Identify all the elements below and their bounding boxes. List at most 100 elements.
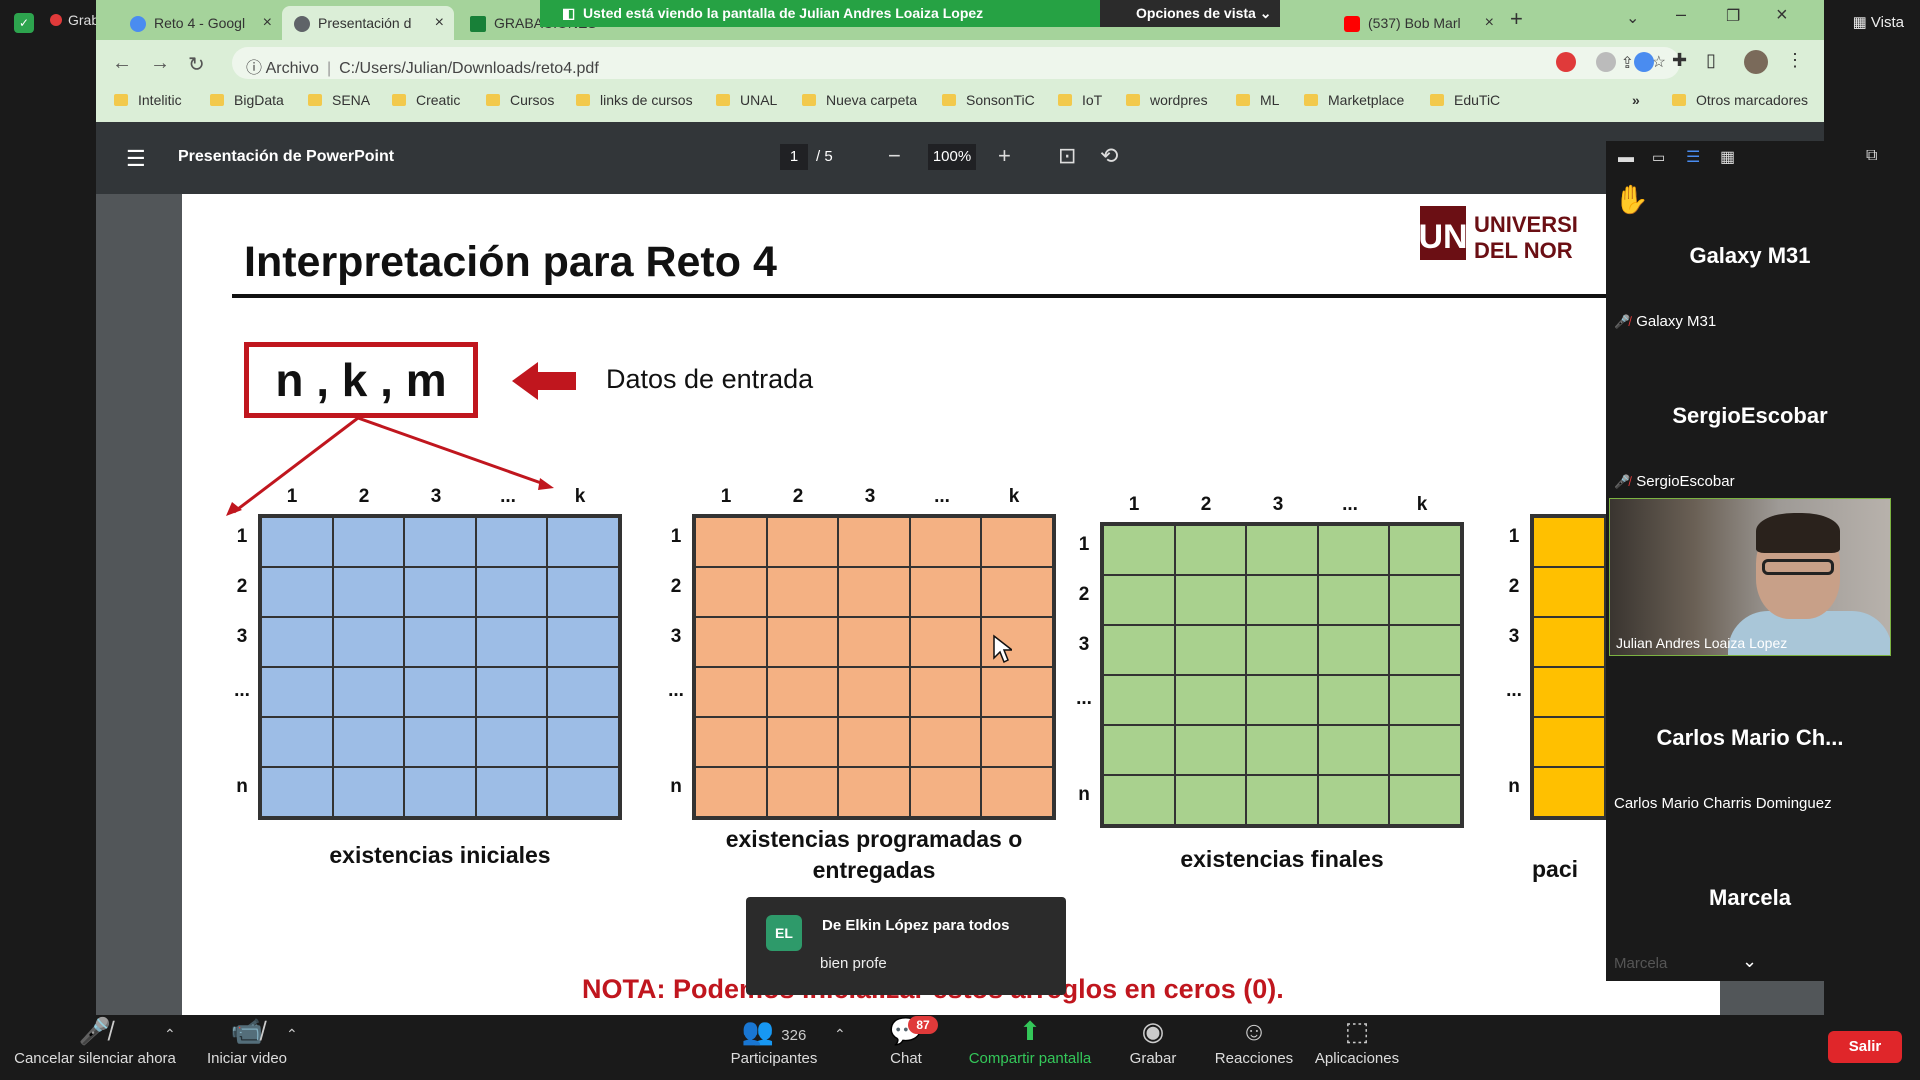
- unmute-button[interactable]: 🎤̸ Cancelar silenciar ahora: [10, 1016, 180, 1067]
- new-tab-button[interactable]: +: [1510, 6, 1523, 32]
- grid-label: existencias programadas o entregadas: [725, 826, 1023, 883]
- video-options-icon[interactable]: ⌃: [286, 1026, 298, 1043]
- start-video-button[interactable]: 📹̸ Iniciar video: [200, 1016, 294, 1067]
- zoom-in-icon[interactable]: +: [998, 143, 1011, 169]
- extension-icon[interactable]: [1596, 52, 1616, 72]
- page-number-input[interactable]: 1: [780, 144, 808, 170]
- bookmark-item[interactable]: Creatic: [392, 92, 460, 108]
- leave-button[interactable]: Salir: [1828, 1031, 1902, 1063]
- popout-icon[interactable]: ⧉: [1866, 147, 1877, 165]
- mic-muted-icon: 🎤̸: [1614, 314, 1631, 329]
- fit-page-icon[interactable]: ⊡: [1058, 143, 1076, 169]
- folder-icon: [1126, 94, 1140, 106]
- view-options-label: Opciones de vista: [1136, 5, 1256, 21]
- avatar[interactable]: [1744, 50, 1768, 74]
- record-button[interactable]: ◉ Grabar: [1122, 1016, 1184, 1067]
- bookmark-item[interactable]: EduTiC: [1430, 92, 1500, 108]
- audio-options-icon[interactable]: ⌃: [164, 1026, 176, 1043]
- row-header: 2: [1078, 584, 1090, 605]
- grid-view-icon[interactable]: ▦: [1720, 147, 1735, 167]
- puzzle-icon[interactable]: ✚: [1672, 50, 1687, 71]
- bookmark-item[interactable]: Nueva carpeta: [802, 92, 917, 108]
- sidepanel-icon[interactable]: ▯: [1706, 50, 1716, 71]
- minimize-panel-icon[interactable]: ▬: [1618, 149, 1634, 167]
- back-icon[interactable]: ←: [112, 52, 132, 75]
- chat-sender: De Elkin López para todos: [822, 917, 1010, 934]
- video-tile[interactable]: Julian Andres Loaiza Lopez: [1609, 498, 1891, 656]
- close-icon[interactable]: ×: [1485, 14, 1494, 32]
- bookmark-item[interactable]: IoT: [1058, 92, 1102, 108]
- shield-icon[interactable]: ✓: [14, 13, 34, 33]
- col-header: k: [574, 486, 586, 507]
- bookmark-item[interactable]: Intelitic: [114, 92, 182, 108]
- tab-presentacion[interactable]: Presentación d ×: [282, 6, 454, 40]
- chat-notification[interactable]: EL De Elkin López para todos bien profe: [746, 897, 1066, 995]
- row-header: 1: [670, 526, 682, 547]
- view-button[interactable]: ▦ Vista: [1853, 13, 1904, 31]
- menu-icon[interactable]: ⋮: [1786, 50, 1804, 71]
- bookmark-item[interactable]: UNAL: [716, 92, 777, 108]
- scroll-down-icon[interactable]: ⌄: [1742, 951, 1757, 972]
- bookmark-item[interactable]: SonsonTiC: [942, 92, 1035, 108]
- bookmark-item[interactable]: Cursos: [486, 92, 554, 108]
- share-screen-icon: ⬆: [1019, 1016, 1041, 1046]
- tab-label: Reto 4 - Googl: [154, 15, 246, 31]
- rotate-icon[interactable]: ⟲: [1100, 143, 1118, 169]
- share-banner-text: Usted está viendo la pantalla de Julian …: [583, 5, 984, 21]
- reload-icon[interactable]: ↻: [188, 52, 205, 77]
- left-arrow-icon: [512, 362, 576, 400]
- folder-icon: [942, 94, 956, 106]
- close-icon[interactable]: ×: [263, 14, 272, 32]
- drive-icon: [130, 16, 146, 32]
- chat-avatar: EL: [766, 915, 802, 951]
- grid-existencias-finales: [1100, 522, 1464, 828]
- minimize-icon[interactable]: –: [1676, 4, 1686, 25]
- zoom-out-icon[interactable]: −: [888, 143, 901, 169]
- participants-button[interactable]: 👥 326 Participantes: [724, 1016, 824, 1067]
- view-options-button[interactable]: Opciones de vista ⌄: [1100, 0, 1280, 27]
- row-header: ...: [234, 680, 250, 701]
- tile-name: Carlos Mario Ch...: [1656, 725, 1844, 750]
- bookmark-item[interactable]: Marketplace: [1304, 92, 1404, 108]
- col-header: 1: [720, 486, 732, 507]
- extension-icon[interactable]: [1634, 52, 1654, 72]
- participants-panel: ▬ ▭ ☰ ▦ ⧉ ✋ Galaxy M31 🎤̸ Galaxy M31 Serg…: [1606, 141, 1894, 981]
- share-icon[interactable]: ⇪: [1621, 53, 1634, 73]
- un-logo-icon: UN UNIVERSI DEL NOR: [1418, 206, 1578, 263]
- restore-icon[interactable]: ❐: [1726, 6, 1740, 26]
- menu-icon[interactable]: ☰: [126, 146, 146, 172]
- tab-search-icon[interactable]: ⌄: [1626, 8, 1639, 28]
- apps-button[interactable]: ⬚ Aplicaciones: [1312, 1016, 1402, 1067]
- bookmark-item[interactable]: BigData: [210, 92, 284, 108]
- tab-reto4[interactable]: Reto 4 - Googl ×: [118, 6, 282, 40]
- bookmarks-more[interactable]: »: [1632, 92, 1640, 108]
- zoom-level-input[interactable]: 100%: [928, 144, 976, 170]
- mouse-cursor-icon: [993, 634, 1012, 664]
- row-header: n: [1078, 784, 1090, 805]
- close-window-icon[interactable]: ×: [1776, 4, 1788, 27]
- bookmark-item[interactable]: ML: [1236, 92, 1279, 108]
- strip-view-icon[interactable]: ☰: [1686, 147, 1700, 167]
- folder-icon: [308, 94, 322, 106]
- bookmark-item[interactable]: wordpres: [1126, 92, 1208, 108]
- pdf-title: Presentación de PowerPoint: [178, 148, 395, 165]
- tab-youtube[interactable]: (537) Bob Marl ×: [1332, 6, 1504, 40]
- forward-icon[interactable]: →: [150, 52, 170, 75]
- bookmark-other[interactable]: Otros marcadores: [1672, 92, 1808, 108]
- bookmark-item[interactable]: SENA: [308, 92, 370, 108]
- address-bar[interactable]: ⓘ Archivo | C:/Users/Julian/Downloads/reto…: [232, 47, 1680, 79]
- folder-icon: [1058, 94, 1072, 106]
- folder-icon: [210, 94, 224, 106]
- single-view-icon[interactable]: ▭: [1652, 149, 1665, 166]
- reactions-button[interactable]: ☺ Reacciones: [1212, 1016, 1296, 1067]
- row-header: n: [236, 776, 248, 797]
- col-header: 2: [792, 486, 804, 507]
- share-screen-button[interactable]: ⬆ Compartir pantalla: [962, 1016, 1098, 1067]
- adblock-icon[interactable]: [1556, 52, 1576, 72]
- participants-options-icon[interactable]: ⌃: [834, 1026, 846, 1043]
- close-icon[interactable]: ×: [435, 14, 444, 32]
- bookmark-item[interactable]: links de cursos: [576, 92, 693, 108]
- video-off-icon: 📹̸: [230, 1016, 264, 1046]
- row-header: 3: [1078, 634, 1090, 655]
- folder-icon: [1236, 94, 1250, 106]
